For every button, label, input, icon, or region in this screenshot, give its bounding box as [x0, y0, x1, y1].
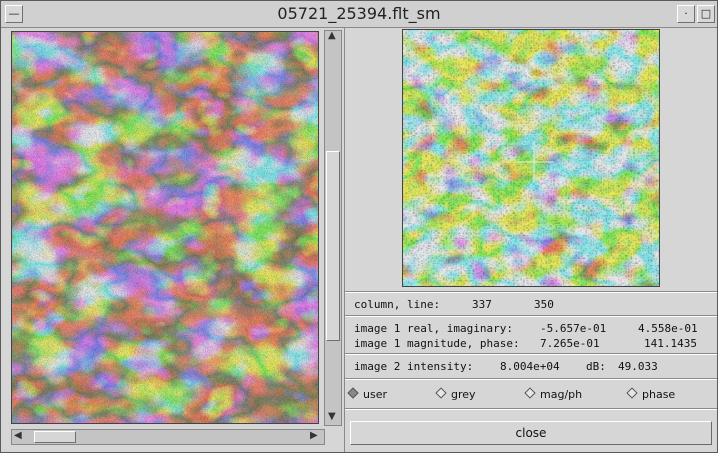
intensity-value: 8.004e+04 [500, 360, 560, 373]
mode-radio-phase[interactable]: phase [626, 387, 675, 401]
interferogram-texture [12, 32, 318, 423]
overview-pane: ▲ ▼ ◀ ▶ [8, 28, 344, 446]
divider [345, 353, 717, 355]
column-line-row: column, line: 337 350 [354, 298, 554, 311]
divider [345, 291, 717, 293]
db-value: 49.033 [618, 360, 658, 373]
window-title: 05721_25394.flt_sm [277, 4, 441, 23]
maximize-icon[interactable]: □ [697, 5, 715, 23]
radio-diamond-icon [435, 387, 447, 399]
mag-phase-row: image 1 magnitude, phase: 7.265e-01 141.14… [354, 337, 697, 350]
column-value: 337 [472, 298, 492, 311]
real-imag-row: image 1 real, imaginary: -5.657e-01 4.558e… [354, 322, 698, 335]
mode-radio-user[interactable]: user [347, 387, 387, 401]
mode-radio-mag-ph[interactable]: mag/ph [524, 387, 582, 401]
radio-diamond-icon [524, 387, 536, 399]
radio-diamond-icon [626, 387, 638, 399]
scroll-left-icon[interactable]: ◀ [14, 430, 22, 441]
real-imag-label: image 1 real, imaginary: [354, 322, 513, 335]
horizontal-scroll-thumb[interactable] [34, 431, 76, 443]
real-value: -5.657e-01 [540, 322, 607, 335]
radio-diamond-icon [347, 387, 359, 399]
divider [345, 408, 717, 410]
scroll-down-icon[interactable]: ▼ [328, 411, 336, 422]
close-button[interactable]: close [350, 421, 712, 445]
mag-phase-label: image 1 magnitude, phase: [354, 337, 520, 350]
intensity-label: image 2 intensity: [354, 360, 474, 373]
horizontal-scrollbar[interactable]: ◀ ▶ [11, 429, 325, 445]
column-line-label: column, line: [354, 298, 441, 311]
divider [345, 315, 717, 317]
mode-radio-grey[interactable]: grey [435, 387, 476, 401]
app-window: — 05721_25394.flt_sm · □ ▲ ▼ ◀ ▶ column,… [0, 0, 718, 453]
phase-value: 141.1435 [644, 337, 697, 350]
minimize-icon[interactable]: · [677, 5, 695, 23]
scroll-right-icon[interactable]: ▶ [310, 430, 318, 441]
scroll-up-icon[interactable]: ▲ [328, 30, 336, 41]
detail-pane: column, line: 337 350 image 1 real, imagin… [344, 28, 717, 452]
magnitude-value: 7.265e-01 [540, 337, 600, 350]
imag-value: 4.558e-01 [638, 322, 698, 335]
intensity-row: image 2 intensity: 8.004e+04 dB: 49.033 [354, 360, 658, 373]
title-bar[interactable]: — 05721_25394.flt_sm · □ [1, 1, 717, 28]
interferogram-overview-image[interactable] [11, 31, 319, 424]
vertical-scrollbar[interactable]: ▲ ▼ [324, 30, 342, 426]
db-label: dB: [586, 360, 606, 373]
divider [345, 378, 717, 380]
zoomed-texture [403, 30, 659, 286]
zoomed-detail-image[interactable] [402, 29, 660, 287]
line-value: 350 [534, 298, 554, 311]
vertical-scroll-thumb[interactable] [326, 151, 340, 341]
